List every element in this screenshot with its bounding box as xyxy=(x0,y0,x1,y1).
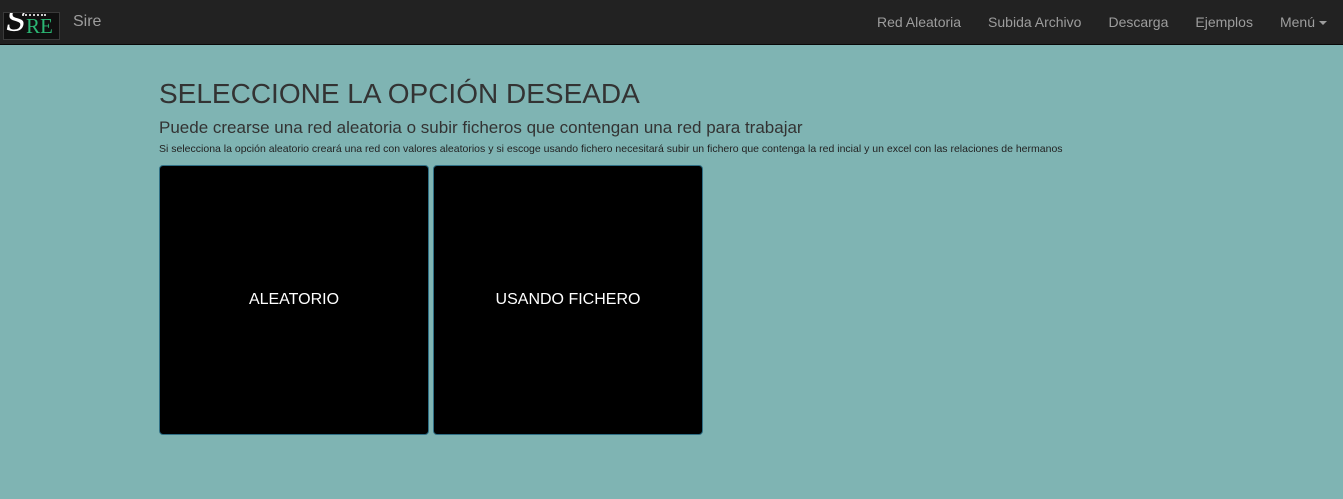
option-cards: ALEATORIO USANDO FICHERO xyxy=(159,165,707,435)
main-content: SELECCIONE LA OPCIÓN DESEADA Puede crear… xyxy=(159,78,1179,156)
logo-s-letter: S xyxy=(6,12,27,39)
nav-link-subida-archivo[interactable]: Subida Archivo xyxy=(988,12,1081,32)
option-aleatorio-label: ALEATORIO xyxy=(248,291,340,308)
page-subtitle: Puede crearse una red aleatoria o subir … xyxy=(159,118,803,137)
option-usando-fichero-label: USANDO FICHERO xyxy=(495,291,641,308)
instructions-note: Si selecciona la opción aleatorio creará… xyxy=(159,143,1063,155)
nav-link-red-aleatoria[interactable]: Red Aleatoria xyxy=(877,12,961,32)
nav-menu-label: Menú xyxy=(1279,14,1315,30)
caret-down-icon xyxy=(1319,21,1327,26)
nav-menu-dropdown[interactable]: Menú xyxy=(1280,12,1327,32)
page-title: SELECCIONE LA OPCIÓN DESEADA xyxy=(159,78,640,109)
nav-link-ejemplos[interactable]: Ejemplos xyxy=(1195,12,1253,32)
brand-name[interactable]: Sire xyxy=(73,12,101,32)
nav-link-descarga[interactable]: Descarga xyxy=(1108,12,1168,32)
navbar: S RE Sire Red Aleatoria Subida Archivo D… xyxy=(0,0,1343,45)
sire-logo[interactable]: S RE xyxy=(3,12,60,40)
option-usando-fichero-card[interactable]: USANDO FICHERO xyxy=(433,165,703,435)
logo-re-letters: RE xyxy=(26,14,53,38)
nav-links: Red Aleatoria Subida Archivo Descarga Ej… xyxy=(877,12,1343,32)
option-aleatorio-card[interactable]: ALEATORIO xyxy=(159,165,429,435)
